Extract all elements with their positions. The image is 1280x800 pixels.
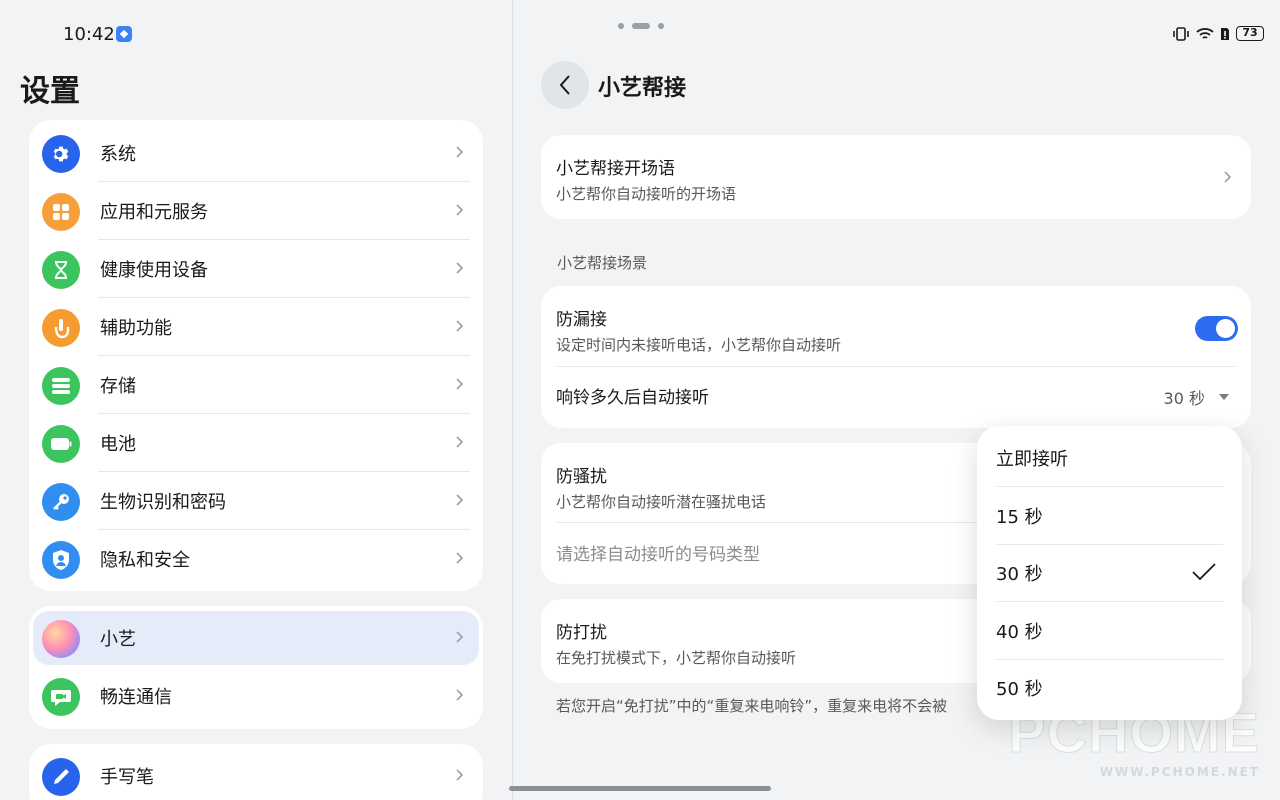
caret-down-icon	[1219, 394, 1229, 400]
stylus-icon	[42, 758, 80, 796]
multiwindow-handle[interactable]	[618, 15, 665, 34]
page-title: 设置	[20, 74, 80, 109]
menu-option-immediate[interactable]: 立即接听	[996, 429, 1223, 487]
chevron-right-icon	[456, 552, 464, 564]
sidebar-item-accessibility[interactable]: 辅助功能	[29, 298, 483, 356]
sidebar-item-label: 健康使用设备	[100, 260, 208, 281]
battery-level: 73	[1236, 26, 1264, 41]
sidebar-item-battery[interactable]: 电池	[29, 414, 483, 472]
chevron-right-icon	[456, 631, 464, 643]
sidebar-item-label: 应用和元服务	[100, 202, 208, 223]
sidebar-item-label: 辅助功能	[100, 318, 172, 339]
opening-message-row[interactable]: 小艺帮接开场语 小艺帮你自动接听的开场语	[541, 135, 1251, 219]
sidebar-item-label: 存储	[100, 376, 136, 397]
ring-delay-value: 30 秒	[1163, 389, 1205, 408]
back-button[interactable]	[541, 61, 589, 109]
sidebar-item-label: 隐私和安全	[100, 550, 190, 571]
apps-grid-icon	[42, 193, 80, 231]
sidebar-item-label: 生物识别和密码	[100, 492, 226, 513]
notification-app-icon	[116, 26, 132, 42]
settings-group-main: 系统 应用和元服务 健康使用设备 辅助功能 存储 电池 生物识别和密码 隐私和安…	[29, 120, 483, 591]
menu-option-40s[interactable]: 40 秒	[996, 602, 1223, 660]
pane-divider[interactable]	[512, 0, 513, 800]
sidebar-item-system[interactable]: 系统	[29, 124, 483, 182]
sidebar-item-storage[interactable]: 存储	[29, 356, 483, 414]
chevron-right-icon	[456, 320, 464, 332]
row-title: 响铃多久后自动接听	[556, 388, 709, 408]
page-title: 小艺帮接	[598, 76, 687, 101]
row-title: 防漏接	[556, 310, 607, 330]
hourglass-icon	[42, 251, 80, 289]
ring-delay-row[interactable]: 响铃多久后自动接听	[556, 383, 1236, 408]
gear-icon	[42, 135, 80, 173]
home-indicator[interactable]	[509, 786, 771, 791]
sidebar-item-label: 系统	[100, 144, 136, 165]
sidebar-item-stylus[interactable]: 手写笔	[29, 747, 483, 800]
ring-delay-menu: 立即接听 15 秒 30 秒 40 秒 50 秒	[977, 426, 1242, 720]
status-time: 10:42	[63, 24, 115, 45]
xiaoyi-orb-icon	[42, 620, 80, 658]
sidebar-item-biometrics[interactable]: 生物识别和密码	[29, 472, 483, 530]
chevron-right-icon	[456, 204, 464, 216]
storage-icon	[42, 367, 80, 405]
row-title: 小艺帮接开场语	[556, 159, 675, 179]
sidebar-item-label: 畅连通信	[100, 687, 172, 708]
chevron-right-icon	[456, 689, 464, 701]
missed-call-card: 防漏接 设定时间内未接听电话，小艺帮你自动接听 响铃多久后自动接听 30 秒	[541, 286, 1251, 428]
chevron-right-icon	[456, 262, 464, 274]
wifi-icon	[1196, 27, 1214, 39]
chevron-right-icon	[456, 769, 464, 781]
sim-alert-icon	[1221, 27, 1229, 40]
sidebar-item-privacy[interactable]: 隐私和安全	[29, 530, 483, 588]
sidebar-item-label: 电池	[100, 434, 136, 455]
menu-option-50s[interactable]: 50 秒	[996, 659, 1223, 717]
checkmark-icon	[1192, 563, 1216, 581]
settings-group-stylus: 手写笔	[29, 744, 483, 800]
privacy-shield-icon	[42, 541, 80, 579]
sidebar-item-label: 手写笔	[100, 767, 154, 788]
menu-option-15s[interactable]: 15 秒	[996, 487, 1223, 545]
battery-icon	[42, 425, 80, 463]
sidebar-item-xiaoyi[interactable]: 小艺	[29, 609, 483, 667]
chevron-right-icon	[456, 436, 464, 448]
key-icon	[42, 483, 80, 521]
menu-option-30s[interactable]: 30 秒	[996, 544, 1223, 602]
chevron-left-icon	[559, 75, 570, 95]
missed-call-toggle[interactable]	[1195, 316, 1238, 341]
hand-tap-icon	[42, 309, 80, 347]
sidebar-item-meetime[interactable]: 畅连通信	[29, 667, 483, 725]
chevron-right-icon	[456, 494, 464, 506]
sidebar-item-apps[interactable]: 应用和元服务	[29, 182, 483, 240]
chevron-right-icon	[456, 146, 464, 158]
sidebar-item-label: 小艺	[100, 629, 136, 650]
row-subtitle: 设定时间内未接听电话，小艺帮你自动接听	[556, 336, 842, 354]
footnote-text: 若您开启“免打扰”中的“重复来电响铃”，重复来电将不会被	[556, 697, 948, 715]
section-label: 小艺帮接场景	[557, 254, 648, 272]
ring-delay-dropdown[interactable]: 30 秒	[1164, 385, 1229, 409]
vibrate-icon	[1173, 26, 1189, 41]
row-subtitle: 小艺帮你自动接听的开场语	[556, 185, 737, 203]
video-call-icon	[42, 678, 80, 716]
chevron-right-icon	[456, 378, 464, 390]
sidebar-item-digital-health[interactable]: 健康使用设备	[29, 240, 483, 298]
settings-group-assistant: 小艺 畅连通信	[29, 606, 483, 729]
chevron-right-icon	[1224, 171, 1232, 183]
status-bar-right: 73	[1172, 26, 1264, 41]
settings-sidebar: 10:42 设置 系统 应用和元服务 健康使用设备 辅助功能 存储 电池 生物识…	[0, 0, 512, 800]
